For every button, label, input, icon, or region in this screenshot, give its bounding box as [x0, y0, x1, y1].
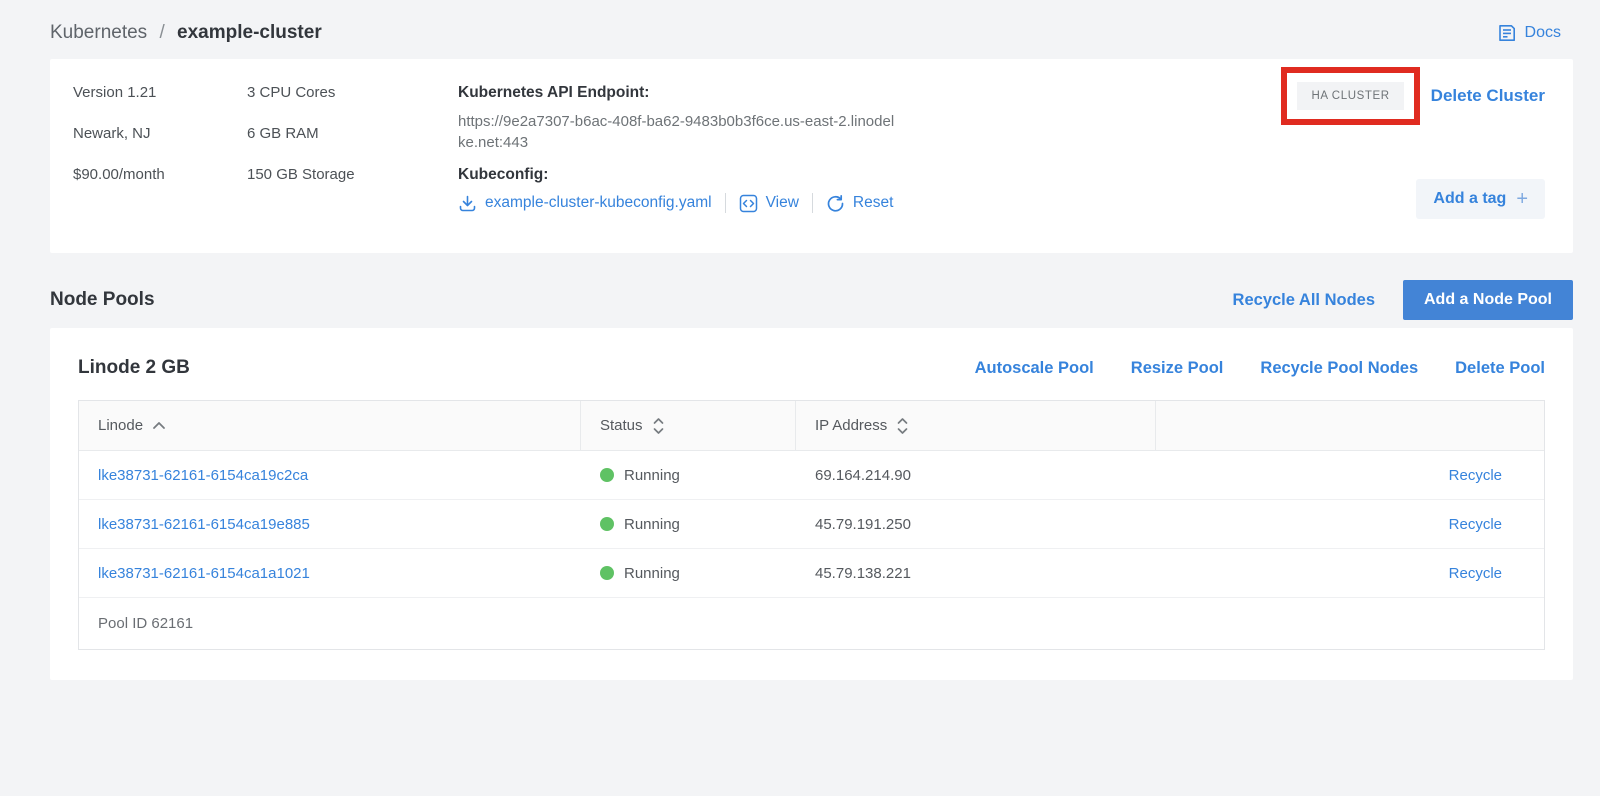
- docs-icon: [1497, 23, 1517, 43]
- divider: [725, 193, 726, 213]
- kubeconfig-filename: example-cluster-kubeconfig.yaml: [485, 194, 712, 212]
- delete-cluster-button[interactable]: Delete Cluster: [1431, 86, 1545, 106]
- breadcrumb-current-cluster: example-cluster: [177, 22, 322, 43]
- table-header: Linode Status: [79, 401, 1544, 451]
- view-label: View: [766, 194, 799, 212]
- download-icon: [458, 194, 477, 213]
- summary-right-column: HA CLUSTER Delete Cluster Add a tag +: [928, 84, 1545, 229]
- status-label: Running: [624, 467, 680, 484]
- annotation-highlight-box: HA CLUSTER: [1281, 67, 1419, 125]
- pool-header: Linode 2 GB Autoscale Pool Resize Pool R…: [78, 357, 1545, 379]
- cluster-specs-column-1: Version 1.21 Newark, NJ $90.00/month: [73, 84, 247, 229]
- kubernetes-cluster-page: Kubernetes / example-cluster Docs Versio…: [0, 0, 1600, 680]
- pool-name: Linode 2 GB: [78, 357, 190, 379]
- node-link[interactable]: lke38731-62161-6154ca19c2ca: [98, 467, 308, 484]
- cluster-specs-column-2: 3 CPU Cores 6 GB RAM 150 GB Storage: [247, 84, 458, 229]
- cluster-cpu: 3 CPU Cores: [247, 84, 458, 102]
- topbar: Kubernetes / example-cluster Docs: [50, 0, 1573, 46]
- kubeconfig-reset-link[interactable]: Reset: [826, 194, 894, 213]
- docs-label: Docs: [1525, 24, 1561, 42]
- node-row: lke38731-62161-6154ca19e885 Running 45.7…: [79, 500, 1544, 549]
- api-endpoint-url: https://9e2a7307-b6ac-408f-ba62-9483b0b3…: [458, 111, 898, 153]
- resize-pool-button[interactable]: Resize Pool: [1131, 359, 1224, 378]
- sort-asc-icon: [152, 421, 166, 430]
- add-tag-button[interactable]: Add a tag +: [1416, 179, 1545, 219]
- autoscale-pool-button[interactable]: Autoscale Pool: [975, 359, 1094, 378]
- column-header-ip-address[interactable]: IP Address: [796, 401, 1156, 450]
- node-link[interactable]: lke38731-62161-6154ca19e885: [98, 516, 310, 533]
- cluster-storage: 150 GB Storage: [247, 166, 458, 184]
- recycle-node-button[interactable]: Recycle: [1449, 467, 1502, 484]
- ha-cluster-badge: HA CLUSTER: [1297, 82, 1403, 110]
- cluster-summary-card: Version 1.21 Newark, NJ $90.00/month 3 C…: [50, 59, 1573, 253]
- node-link[interactable]: lke38731-62161-6154ca1a1021: [98, 565, 310, 582]
- column-header-actions: [1156, 401, 1544, 450]
- node-pools-actions: Recycle All Nodes Add a Node Pool: [1233, 280, 1573, 320]
- kubeconfig-view-link[interactable]: View: [739, 194, 799, 213]
- recycle-node-button[interactable]: Recycle: [1449, 565, 1502, 582]
- status-label: Running: [624, 516, 680, 533]
- kubeconfig-label: Kubeconfig:: [458, 166, 928, 184]
- column-label: Linode: [98, 417, 143, 434]
- recycle-node-button[interactable]: Recycle: [1449, 516, 1502, 533]
- column-label: IP Address: [815, 417, 887, 434]
- node-pool-card: Linode 2 GB Autoscale Pool Resize Pool R…: [50, 328, 1573, 680]
- node-pools-bar: Node Pools Recycle All Nodes Add a Node …: [50, 280, 1573, 320]
- endpoint-column: Kubernetes API Endpoint: https://9e2a730…: [458, 84, 928, 229]
- column-header-linode[interactable]: Linode: [79, 401, 581, 450]
- column-label: Status: [600, 417, 643, 434]
- cluster-version: Version 1.21: [73, 84, 247, 102]
- pool-id-label: Pool ID 62161: [98, 615, 193, 632]
- kubeconfig-download-link[interactable]: example-cluster-kubeconfig.yaml: [458, 194, 712, 213]
- recycle-all-nodes-button[interactable]: Recycle All Nodes: [1233, 291, 1375, 310]
- reset-label: Reset: [853, 194, 894, 212]
- column-header-status[interactable]: Status: [581, 401, 796, 450]
- breadcrumb: Kubernetes / example-cluster: [50, 22, 322, 44]
- add-node-pool-button[interactable]: Add a Node Pool: [1403, 280, 1573, 320]
- kubeconfig-actions: example-cluster-kubeconfig.yaml View: [458, 193, 928, 213]
- reset-icon: [826, 194, 845, 213]
- cluster-ram: 6 GB RAM: [247, 125, 458, 143]
- breadcrumb-kubernetes-link[interactable]: Kubernetes: [50, 22, 147, 43]
- plus-icon: +: [1516, 188, 1528, 211]
- badge-and-delete-row: HA CLUSTER Delete Cluster: [928, 67, 1545, 125]
- sort-both-icon: [652, 417, 665, 435]
- node-ip: 45.79.191.250: [796, 500, 1156, 548]
- delete-pool-button[interactable]: Delete Pool: [1455, 359, 1545, 378]
- node-row: lke38731-62161-6154ca19c2ca Running 69.1…: [79, 451, 1544, 500]
- breadcrumb-separator: /: [159, 22, 164, 43]
- pool-action-links: Autoscale Pool Resize Pool Recycle Pool …: [975, 359, 1545, 378]
- node-ip: 45.79.138.221: [796, 549, 1156, 597]
- recycle-pool-nodes-button[interactable]: Recycle Pool Nodes: [1260, 359, 1418, 378]
- status-running-dot: [600, 517, 614, 531]
- cluster-price: $90.00/month: [73, 166, 247, 184]
- cluster-region: Newark, NJ: [73, 125, 247, 143]
- nodes-table: Linode Status: [78, 400, 1545, 650]
- code-icon: [739, 194, 758, 213]
- sort-both-icon: [896, 417, 909, 435]
- status-running-dot: [600, 566, 614, 580]
- divider: [812, 193, 813, 213]
- node-ip: 69.164.214.90: [796, 451, 1156, 499]
- node-pools-title: Node Pools: [50, 289, 155, 311]
- status-label: Running: [624, 565, 680, 582]
- docs-link[interactable]: Docs: [1497, 23, 1561, 43]
- add-tag-label: Add a tag: [1433, 190, 1506, 208]
- pool-id-footer: Pool ID 62161: [79, 598, 1544, 649]
- api-endpoint-label: Kubernetes API Endpoint:: [458, 84, 928, 102]
- node-row: lke38731-62161-6154ca1a1021 Running 45.7…: [79, 549, 1544, 598]
- status-running-dot: [600, 468, 614, 482]
